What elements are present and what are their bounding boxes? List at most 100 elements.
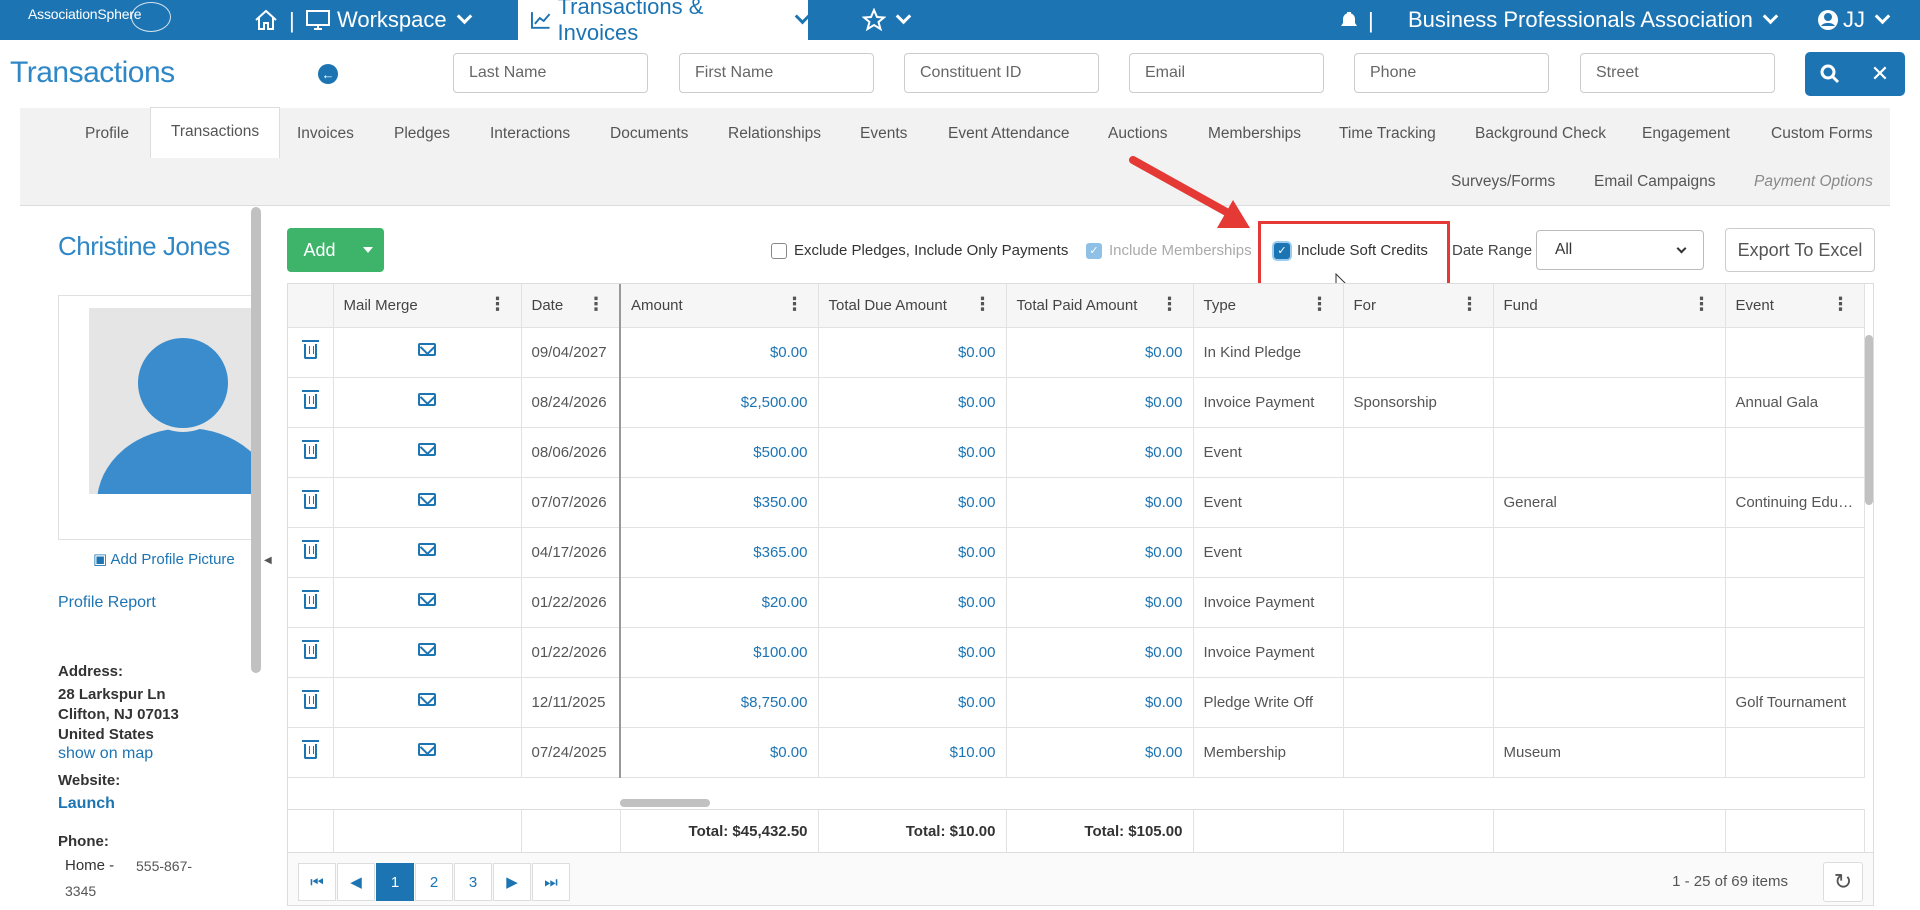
bell-icon[interactable] bbox=[1338, 0, 1360, 40]
trash-icon[interactable] bbox=[301, 340, 319, 359]
trash-icon[interactable] bbox=[301, 540, 319, 559]
tab-relationships[interactable]: Relationships bbox=[728, 125, 821, 143]
envelope-icon[interactable] bbox=[418, 393, 436, 406]
refresh-icon[interactable]: ↻ bbox=[1823, 862, 1863, 902]
date-range-select[interactable]: All bbox=[1536, 230, 1704, 270]
tab-time-tracking[interactable]: Time Tracking bbox=[1339, 125, 1436, 143]
tab-event-attendance[interactable]: Event Attendance bbox=[948, 125, 1070, 143]
column-menu-icon[interactable]: ⋮ bbox=[1693, 295, 1711, 313]
tab-profile[interactable]: Profile bbox=[85, 125, 129, 143]
tab-documents[interactable]: Documents bbox=[610, 125, 688, 143]
tab-payment-options[interactable]: Payment Options bbox=[1754, 173, 1873, 191]
exclude-pledges-checkbox[interactable] bbox=[771, 242, 787, 259]
search-icon[interactable] bbox=[1805, 52, 1855, 96]
organization-menu[interactable]: Business Professionals Association bbox=[1408, 0, 1779, 40]
tab-memberships[interactable]: Memberships bbox=[1208, 125, 1301, 143]
phone-input[interactable] bbox=[1354, 53, 1549, 93]
trash-icon[interactable] bbox=[301, 590, 319, 609]
col-header-mail-merge[interactable]: Mail Merge ⋮ bbox=[333, 284, 522, 328]
tab-invoices[interactable]: Invoices bbox=[297, 125, 354, 143]
column-menu-icon[interactable]: ⋮ bbox=[974, 295, 992, 313]
envelope-icon[interactable] bbox=[418, 643, 436, 656]
col-header-total-paid[interactable]: Total Paid Amount ⋮ bbox=[1006, 284, 1194, 328]
col-header-amount[interactable]: Amount ⋮ bbox=[620, 284, 819, 328]
next-page-icon[interactable]: ▶ bbox=[493, 863, 531, 901]
workspace-menu[interactable]: Workspace bbox=[305, 0, 472, 40]
tab-email-campaigns[interactable]: Email Campaigns bbox=[1594, 173, 1715, 191]
table-row[interactable]: 07/07/2026 $350.00 $0.00 $0.00 Event General C… bbox=[288, 477, 1865, 528]
trash-icon[interactable] bbox=[301, 440, 319, 459]
tab-engagement[interactable]: Engagement bbox=[1642, 125, 1730, 143]
add-dropdown-toggle[interactable] bbox=[352, 228, 384, 272]
table-row[interactable]: 01/22/2026 $20.00 $0.00 $0.00 Invoice Paymen… bbox=[288, 577, 1865, 628]
envelope-icon[interactable] bbox=[418, 493, 436, 506]
clear-icon[interactable]: ✕ bbox=[1855, 52, 1905, 96]
table-row[interactable]: 04/17/2026 $365.00 $0.00 $0.00 Event bbox=[288, 527, 1865, 578]
prev-page-icon[interactable]: ◀ bbox=[337, 863, 375, 901]
trash-icon[interactable] bbox=[301, 490, 319, 509]
avatar[interactable] bbox=[58, 295, 253, 540]
app-logo[interactable]: AssociationSphere bbox=[28, 2, 171, 32]
exclude-pledges-option[interactable]: Exclude Pledges, Include Only Payments bbox=[771, 242, 1068, 259]
column-menu-icon[interactable]: ⋮ bbox=[587, 295, 605, 313]
envelope-icon[interactable] bbox=[418, 693, 436, 706]
panel-scrollbar[interactable] bbox=[251, 207, 261, 673]
website-launch-link[interactable]: Launch bbox=[58, 795, 115, 813]
last-page-icon[interactable]: ⏭ bbox=[532, 863, 570, 901]
envelope-icon[interactable] bbox=[418, 543, 436, 556]
page-2-button[interactable]: 2 bbox=[415, 863, 453, 901]
include-memberships-option[interactable]: ✓ Include Memberships bbox=[1086, 242, 1252, 259]
table-row[interactable]: 01/22/2026 $100.00 $0.00 $0.00 Invoice Payme… bbox=[288, 627, 1865, 678]
tab-auctions[interactable]: Auctions bbox=[1108, 125, 1167, 143]
trash-icon[interactable] bbox=[301, 740, 319, 759]
include-memberships-checkbox[interactable]: ✓ bbox=[1086, 242, 1102, 259]
show-on-map-link[interactable]: show on map bbox=[58, 745, 153, 763]
grid-horizontal-scrollbar[interactable] bbox=[620, 799, 710, 807]
tab-background-check[interactable]: Background Check bbox=[1475, 125, 1606, 143]
street-input[interactable] bbox=[1580, 53, 1775, 93]
constituent-id-input[interactable] bbox=[904, 53, 1099, 93]
envelope-icon[interactable] bbox=[418, 443, 436, 456]
tab-custom-forms[interactable]: Custom Forms bbox=[1771, 125, 1873, 143]
table-row[interactable]: 09/04/2027 $0.00 $0.00 $0.00 In Kind Pledge bbox=[288, 327, 1865, 378]
column-menu-icon[interactable]: ⋮ bbox=[1461, 295, 1479, 313]
col-header-date[interactable]: Date ⋮ bbox=[521, 284, 621, 328]
col-header-event[interactable]: Event ⋮ bbox=[1725, 284, 1865, 328]
column-menu-icon[interactable]: ⋮ bbox=[786, 295, 804, 313]
first-page-icon[interactable]: ⏮ bbox=[298, 863, 336, 901]
grid-vertical-scrollbar[interactable] bbox=[1864, 327, 1873, 727]
column-menu-icon[interactable]: ⋮ bbox=[1832, 295, 1850, 313]
col-header-total-due[interactable]: Total Due Amount ⋮ bbox=[818, 284, 1007, 328]
col-header-for[interactable]: For ⋮ bbox=[1343, 284, 1494, 328]
table-row[interactable]: 12/11/2025 $8,750.00 $0.00 $0.00 Pledge Writ… bbox=[288, 677, 1865, 728]
tab-events[interactable]: Events bbox=[860, 125, 907, 143]
envelope-icon[interactable] bbox=[418, 743, 436, 756]
page-1-button[interactable]: 1 bbox=[376, 863, 414, 901]
user-menu[interactable]: JJ bbox=[1817, 0, 1891, 40]
envelope-icon[interactable] bbox=[418, 343, 436, 356]
column-menu-icon[interactable]: ⋮ bbox=[1161, 295, 1179, 313]
tab-transactions-invoices[interactable]: Transactions & Invoices bbox=[518, 0, 811, 45]
tab-surveys-forms[interactable]: Surveys/Forms bbox=[1451, 173, 1555, 191]
home-icon[interactable] bbox=[254, 0, 278, 40]
add-profile-picture-link[interactable]: ▣ Add Profile Picture bbox=[93, 550, 235, 568]
tab-transactions[interactable]: Transactions bbox=[150, 107, 281, 158]
profile-report-link[interactable]: Profile Report bbox=[58, 594, 156, 612]
page-3-button[interactable]: 3 bbox=[454, 863, 492, 901]
favorites-menu[interactable] bbox=[862, 0, 912, 40]
col-header-fund[interactable]: Fund ⋮ bbox=[1493, 284, 1726, 328]
back-arrow-icon[interactable]: ← bbox=[318, 64, 338, 84]
column-menu-icon[interactable]: ⋮ bbox=[1311, 295, 1329, 313]
email-input[interactable] bbox=[1129, 53, 1324, 93]
tab-interactions[interactable]: Interactions bbox=[490, 125, 570, 143]
trash-icon[interactable] bbox=[301, 640, 319, 659]
first-name-input[interactable] bbox=[679, 53, 874, 93]
add-button[interactable]: Add bbox=[287, 228, 384, 272]
envelope-icon[interactable] bbox=[418, 593, 436, 606]
col-header-type[interactable]: Type ⋮ bbox=[1193, 284, 1344, 328]
column-menu-icon[interactable]: ⋮ bbox=[489, 295, 507, 313]
last-name-input[interactable] bbox=[453, 53, 648, 93]
tab-pledges[interactable]: Pledges bbox=[394, 125, 450, 143]
collapse-panel-icon[interactable]: ◀ bbox=[264, 555, 272, 566]
table-row[interactable]: 07/24/2025 $0.00 $10.00 $0.00 Membership Muse… bbox=[288, 727, 1865, 778]
